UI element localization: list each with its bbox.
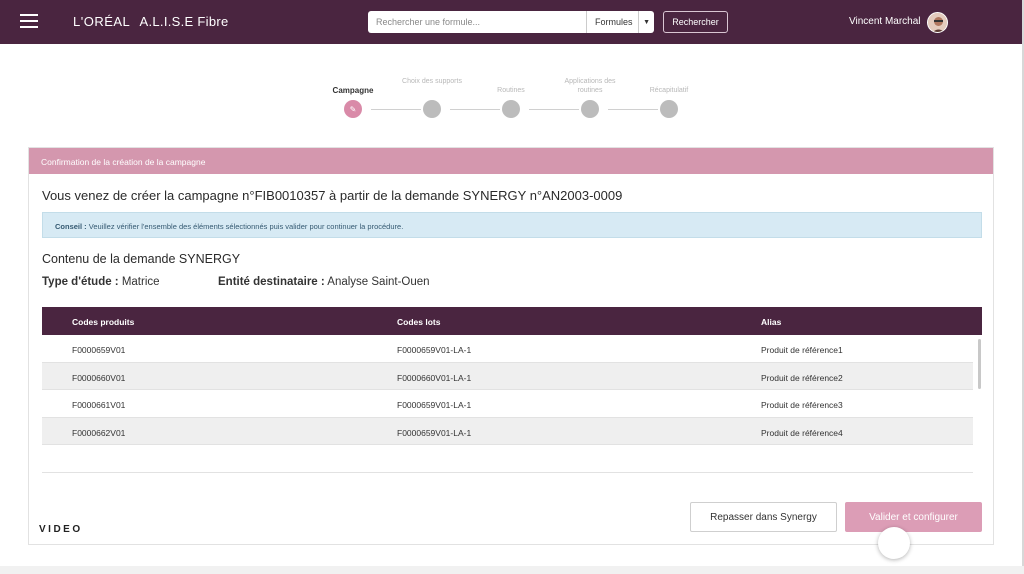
pencil-icon: ✎ [349,104,357,114]
brand-app-name: A.L.I.S.E Fibre [139,14,229,29]
search-filter-select[interactable]: Formules ▼ [586,11,654,33]
hamburger-menu-icon[interactable] [20,14,38,28]
search-filter-value: Formules [595,17,633,27]
step-connector [529,109,579,110]
step-dot-routines[interactable] [502,100,520,118]
study-type-value: Matrice [118,276,160,288]
cell-code-lot: F0000659V01-LA-1 [397,427,472,438]
study-type: Type d'étude : Matrice [42,276,160,288]
cell-code-lot: F0000660V01-LA-1 [397,372,472,383]
column-header-alias[interactable]: Alias [761,317,781,327]
cell-code-produit: F0000659V01 [72,345,126,355]
validate-configure-button[interactable]: Valider et configurer [845,502,982,532]
table-header: Codes produits Codes lots Alias [42,307,982,335]
cell-code-lot: F0000659V01-LA-1 [397,400,472,410]
caret-down-icon[interactable]: ▼ [638,11,654,33]
tip-banner: Conseil : Veuillez vérifier l'ensemble d… [42,212,982,238]
tip-label: Conseil : [55,222,87,231]
card-header: Confirmation de la création de la campag… [29,148,993,174]
user-avatar[interactable] [927,12,948,33]
progress-stepper: Campagne Choix des supports Routines App… [320,76,710,120]
step-dot-campagne[interactable]: ✎ [344,100,362,118]
study-type-label: Type d'étude : [42,276,119,288]
step-dot-applications[interactable] [581,100,599,118]
column-header-codes-lots[interactable]: Codes lots [397,317,440,327]
card-title: Vous venez de créer la campagne n°FIB001… [42,188,623,203]
step-label-applications: Applications des routines [564,78,616,94]
cell-code-produit: F0000662V01 [72,427,126,438]
search-button[interactable]: Rechercher [663,11,728,33]
brand-logo: L'ORÉAL [73,14,131,29]
user-name[interactable]: Vincent Marchal [849,16,921,27]
cell-alias: Produit de référence3 [761,400,843,410]
step-dot-choix-supports[interactable] [423,100,441,118]
step-label-campagne: Campagne [332,86,374,95]
table-scrollbar[interactable] [978,339,981,389]
step-connector [371,109,421,110]
back-to-synergy-button[interactable]: Repasser dans Synergy [690,502,837,532]
table-row[interactable]: F0000661V01 F0000659V01-LA-1 Produit de … [42,390,973,418]
section-title: Contenu de la demande SYNERGY [42,252,241,266]
step-connector [450,109,500,110]
table-row[interactable]: F0000662V01 F0000659V01-LA-1 Produit de … [42,417,973,445]
entity-value: Analyse Saint-Ouen [324,276,430,288]
cell-code-produit: F0000660V01 [72,372,126,383]
cell-alias: Produit de référence4 [761,427,843,438]
step-dot-recapitulatif[interactable] [660,100,678,118]
confirmation-card: Confirmation de la création de la campag… [28,147,994,545]
step-label-recapitulatif: Récapitulatif [649,87,689,94]
cell-code-lot: F0000659V01-LA-1 [397,345,472,355]
divider [42,472,973,473]
video-label: VIDEO [39,524,83,535]
entity-label: Entité destinataire : [218,276,325,288]
step-connector [608,109,658,110]
brand[interactable]: L'ORÉAL A.L.I.S.E Fibre [73,14,229,29]
bottom-edge [0,566,1024,574]
top-navigation-bar: L'ORÉAL A.L.I.S.E Fibre Formules ▼ Reche… [0,0,1022,44]
avatar-face-icon [928,13,947,32]
products-table: Codes produits Codes lots Alias F0000659… [42,307,982,445]
step-label-routines: Routines [497,87,525,94]
table-row[interactable]: F0000659V01 F0000659V01-LA-1 Produit de … [42,335,973,363]
search-box: Formules ▼ [368,11,654,33]
step-label-choix-supports: Choix des supports [402,78,462,85]
cell-alias: Produit de référence2 [761,372,843,383]
floating-action-button[interactable] [878,527,910,559]
table-row[interactable]: F0000660V01 F0000660V01-LA-1 Produit de … [42,362,973,390]
destination-entity: Entité destinataire : Analyse Saint-Ouen [218,276,430,288]
tip-text: Veuillez vérifier l'ensemble des élément… [86,222,404,231]
cell-code-produit: F0000661V01 [72,400,126,410]
search-input[interactable] [368,12,586,32]
column-header-codes-produits[interactable]: Codes produits [72,317,134,327]
cell-alias: Produit de référence1 [761,345,843,355]
